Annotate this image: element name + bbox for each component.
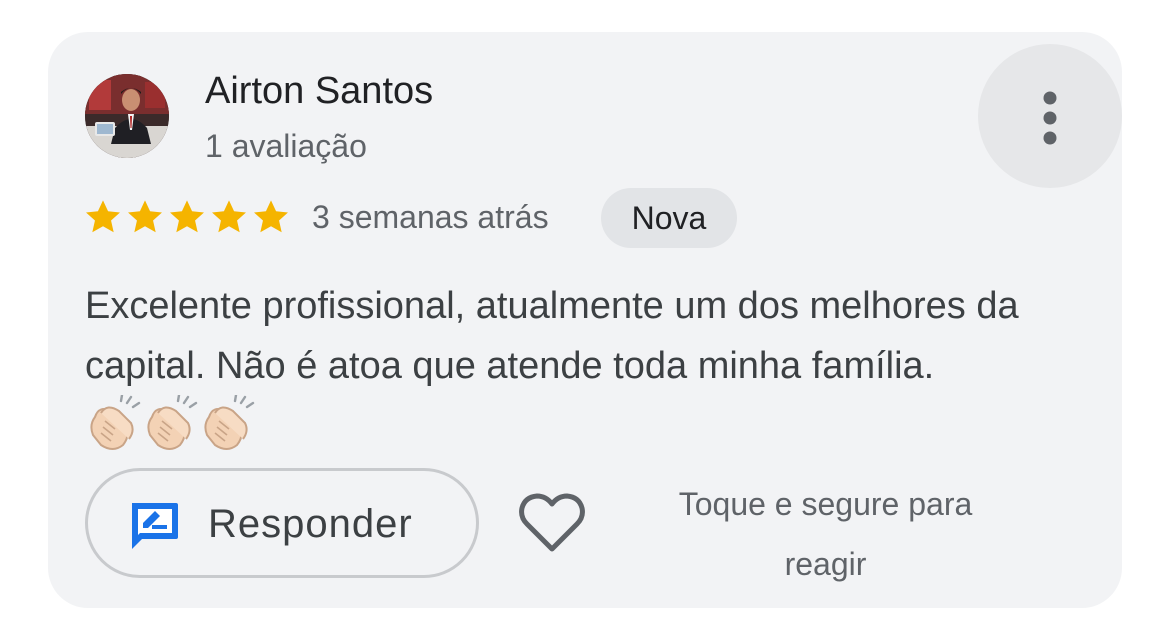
author-name[interactable]: Airton Santos	[205, 68, 433, 114]
review-text: Excelente profissional, atualmente um do…	[85, 276, 1095, 456]
review-count: 1 avaliação	[205, 128, 367, 164]
star-icon	[212, 200, 246, 233]
more-options-button[interactable]	[978, 44, 1122, 188]
review-card: Airton Santos 1 avaliação 3 semanas atrá…	[48, 32, 1122, 608]
avatar-image	[85, 74, 169, 158]
heart-icon	[519, 493, 585, 552]
more-vert-icon	[1043, 91, 1057, 145]
review-date: 3 semanas atrás	[312, 199, 549, 235]
reply-button[interactable]: Responder	[85, 468, 479, 578]
clapping-hands-emojis	[85, 394, 257, 451]
star-icon	[128, 200, 162, 233]
review-body: Excelente profissional, atualmente um do…	[85, 285, 1019, 387]
reaction-hint: Toque e segure para reagir	[678, 486, 973, 582]
star-icon	[254, 200, 288, 233]
new-badge: Nova	[601, 188, 737, 248]
clapping-hands-emoji	[90, 394, 255, 451]
star-rating	[82, 196, 292, 238]
reply-label: Responder	[208, 502, 413, 546]
avatar[interactable]	[85, 74, 169, 158]
like-button[interactable]	[518, 491, 586, 555]
reply-icon	[132, 503, 178, 549]
star-icon	[170, 200, 204, 233]
star-icon	[86, 200, 120, 233]
